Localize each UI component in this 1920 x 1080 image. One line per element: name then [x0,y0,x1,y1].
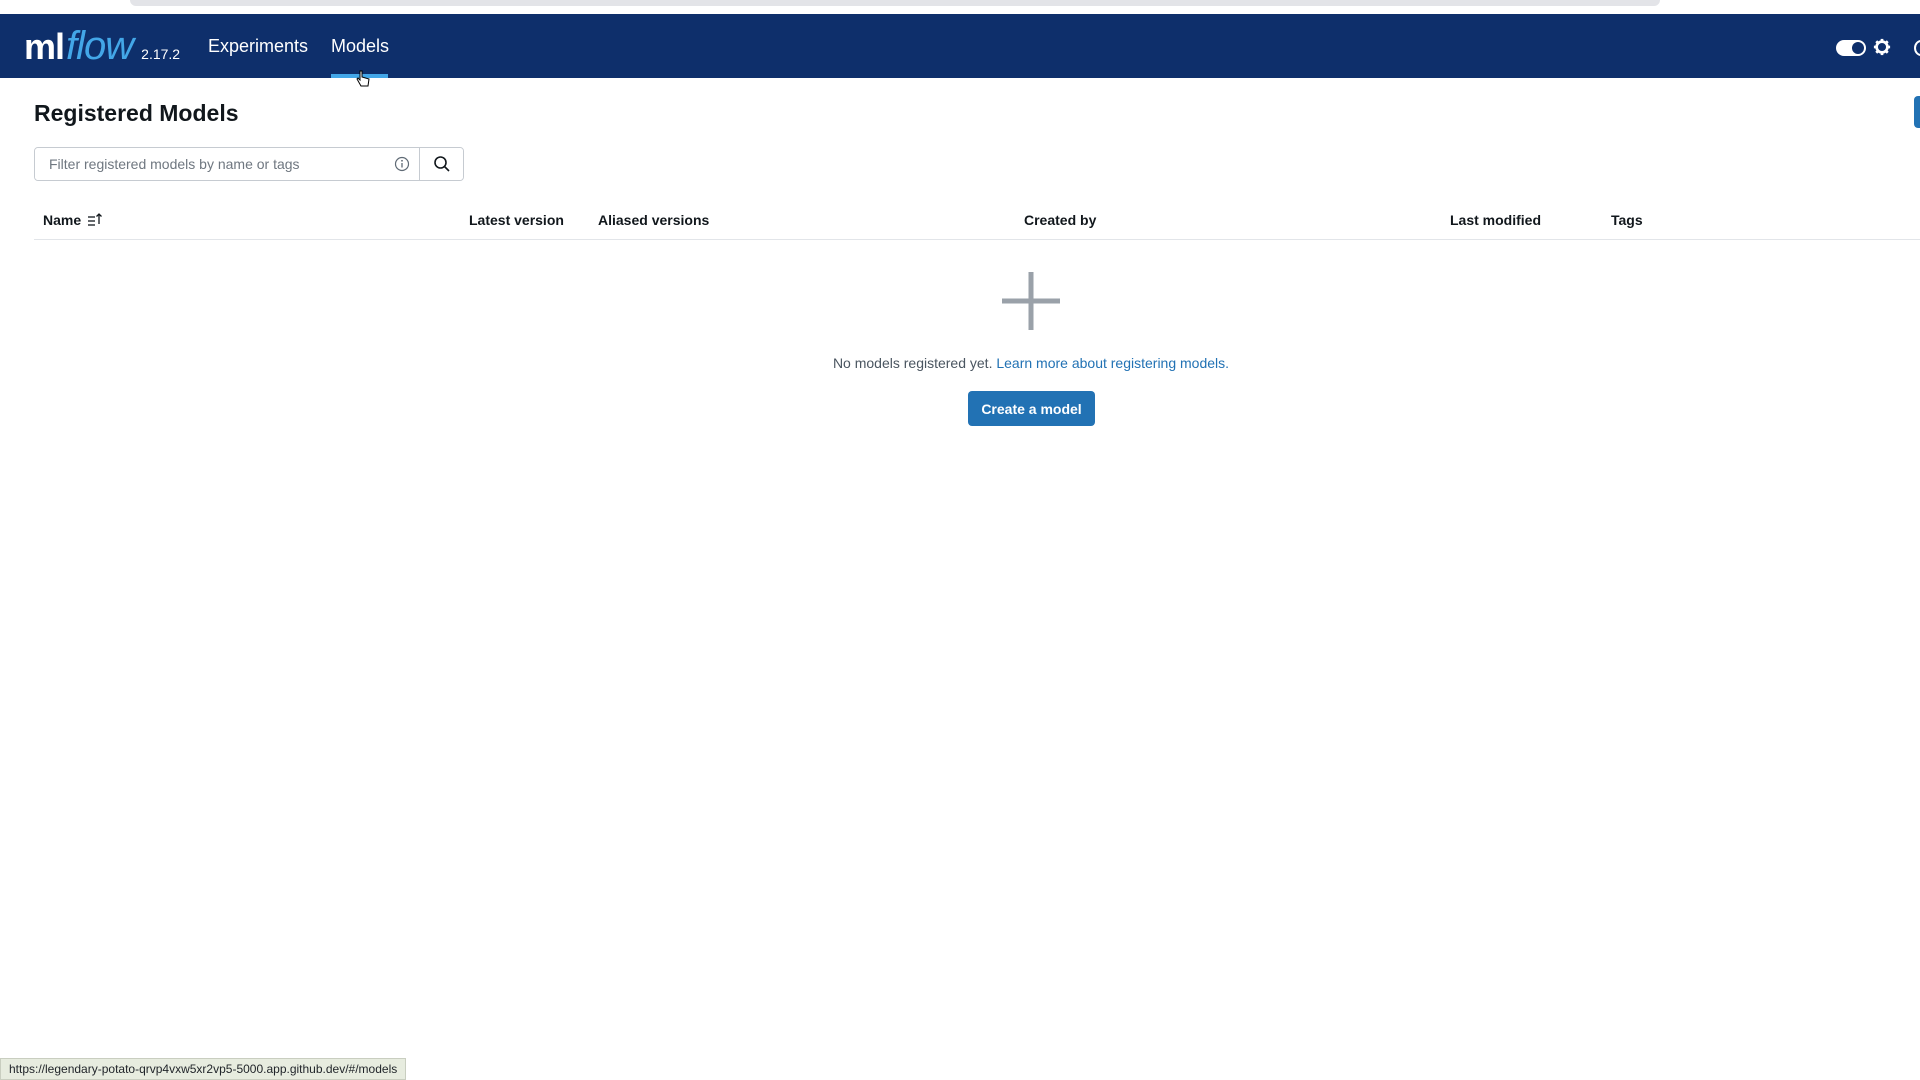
page-title: Registered Models [34,100,239,126]
search-button[interactable] [419,148,463,180]
create-model-button[interactable]: Create a model [968,391,1095,426]
info-icon[interactable] [385,148,419,180]
column-header-tags: Tags [1611,212,1643,228]
empty-state-text: No models registered yet. [832,355,993,371]
nav-models[interactable]: Models [331,14,389,78]
nav-experiments[interactable]: Experiments [208,14,308,78]
hand-cursor-icon [356,70,370,87]
top-navigation-bar: ml flow 2.17.2 Experiments Models [0,14,1920,87]
help-icon[interactable] [1914,40,1920,56]
learn-more-link[interactable]: Learn more about registering models. [996,355,1229,371]
models-table-header: Name Latest version Aliased versions Cre… [34,208,1920,240]
column-header-name-label: Name [43,212,82,228]
plus-icon [1002,272,1060,330]
logo-ml-text: ml [24,26,65,67]
toggle-knob [1852,42,1864,54]
column-header-last-modified[interactable]: Last modified [1450,212,1541,228]
browser-tab-strip [0,0,1920,14]
column-header-latest-version: Latest version [469,212,564,228]
search-input[interactable] [35,148,385,180]
search-bar [34,147,464,181]
empty-state-message: No models registered yet. Learn more abo… [0,355,1920,371]
browser-address-pill [130,0,1660,6]
column-header-aliased-versions: Aliased versions [598,212,710,228]
gear-icon[interactable] [1873,38,1891,56]
version-label: 2.17.2 [141,46,181,62]
theme-toggle[interactable] [1836,40,1866,56]
column-header-name[interactable]: Name [43,212,103,228]
search-icon [433,156,450,172]
mlflow-logo[interactable]: ml flow 2.17.2 [24,24,180,68]
column-header-created-by: Created by [1024,212,1097,228]
status-bar-url: https://legendary-potato-qrvp4vxw5xr2vp5… [0,1058,407,1080]
create-model-header-button[interactable] [1914,96,1920,128]
sort-ascending-icon [88,213,103,226]
logo-flow-text: flow [66,24,134,68]
